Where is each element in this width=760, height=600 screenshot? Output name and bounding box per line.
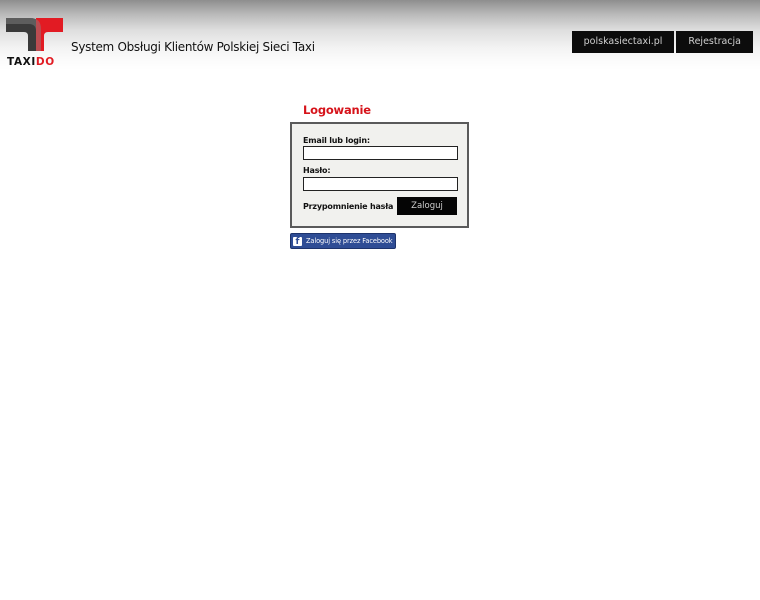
login-heading: Logowanie xyxy=(303,103,371,117)
header-bar: TAXIDO System Obsługi Klientów Polskiej … xyxy=(0,0,760,70)
taxido-logo[interactable]: TAXIDO xyxy=(6,17,66,68)
login-form: Email lub login: Hasło: Przypomnienie ha… xyxy=(290,122,469,228)
facebook-login-label: Zaloguj się przez Facebook xyxy=(306,237,393,245)
svg-text:TAXIDO: TAXIDO xyxy=(7,56,55,67)
email-label: Email lub login: xyxy=(303,136,370,145)
taxido-logo-mark: TAXIDO xyxy=(6,18,63,68)
login-button[interactable]: Zaloguj xyxy=(397,197,457,215)
password-label: Hasło: xyxy=(303,166,331,175)
facebook-login-button[interactable]: f Zaloguj się przez Facebook xyxy=(290,233,396,249)
email-field[interactable] xyxy=(303,146,458,160)
nav-registration-link[interactable]: Rejestracja xyxy=(676,31,753,53)
facebook-icon: f xyxy=(293,236,302,246)
nav-polskasiectaxi-link[interactable]: polskasiectaxi.pl xyxy=(571,31,675,53)
password-reminder-link[interactable]: Przypomnienie hasła xyxy=(303,202,393,211)
site-title: System Obsługi Klientów Polskiej Sieci T… xyxy=(71,40,315,54)
password-field[interactable] xyxy=(303,177,458,191)
top-navigation: polskasiectaxi.pl Rejestracja xyxy=(571,31,753,53)
